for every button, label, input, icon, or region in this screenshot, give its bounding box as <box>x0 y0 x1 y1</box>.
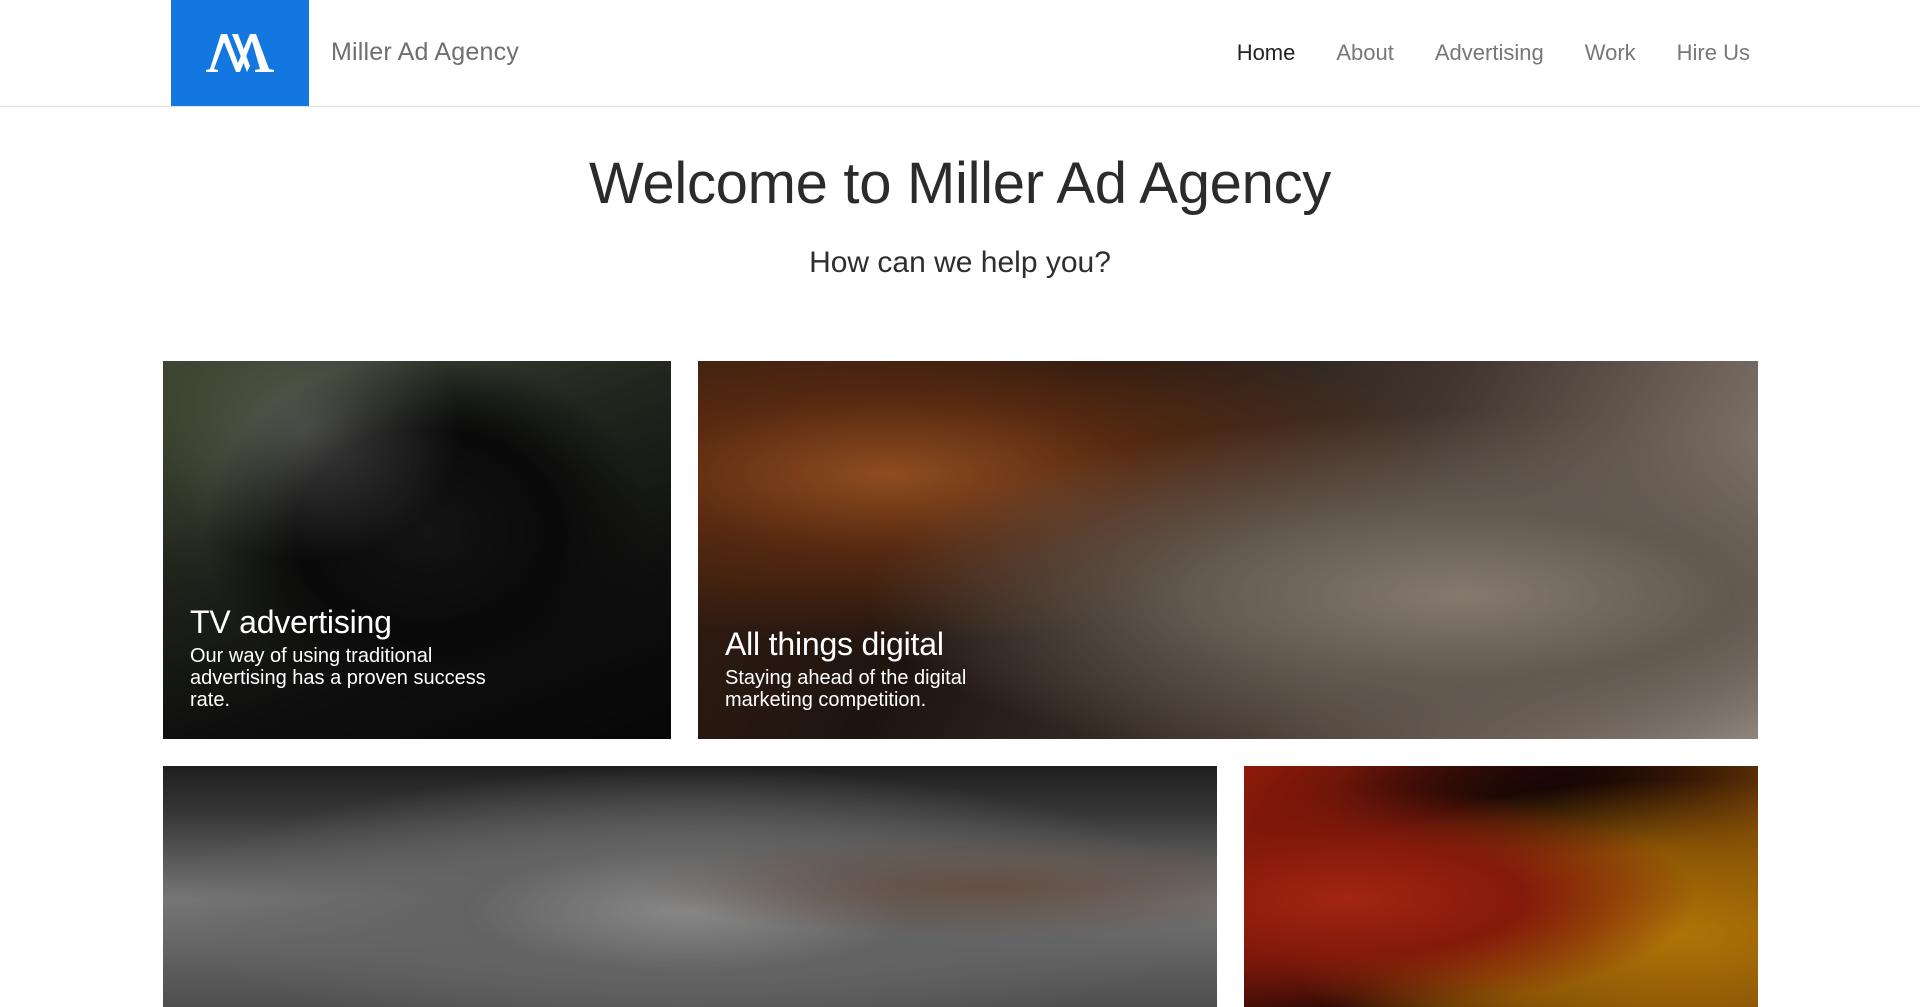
tile-digital[interactable]: All things digital Staying ahead of the … <box>698 361 1758 739</box>
nav-hire-us[interactable]: Hire Us <box>1677 40 1750 66</box>
tile-caption: All things digital Staying ahead of the … <box>725 626 1015 711</box>
page-title: Welcome to Miller Ad Agency <box>589 151 1331 216</box>
tile-description: Staying ahead of the digital marketing c… <box>725 667 967 711</box>
desk-touchscreen-photo <box>163 766 1217 1007</box>
page-subtitle: How can we help you? <box>809 246 1111 279</box>
tile-title: All things digital <box>725 626 944 662</box>
brand-logo[interactable] <box>171 0 309 106</box>
brand-name[interactable]: Miller Ad Agency <box>331 38 519 67</box>
site-header: Miller Ad Agency Home About Advertising … <box>0 0 1920 107</box>
tile-desk[interactable] <box>163 766 1217 1007</box>
miller-monogram-logo <box>206 34 274 72</box>
nav-home[interactable]: Home <box>1237 40 1296 66</box>
tile-red[interactable] <box>1244 766 1758 1007</box>
tile-tv-advertising[interactable]: TV advertising Our way of using traditio… <box>163 361 671 739</box>
nav-about[interactable]: About <box>1336 40 1394 66</box>
nav-advertising[interactable]: Advertising <box>1435 40 1544 66</box>
tile-title: TV advertising <box>190 604 392 640</box>
red-orange-abstract-photo <box>1244 766 1758 1007</box>
tile-description: Our way of using traditional advertising… <box>190 645 486 711</box>
tile-caption: TV advertising Our way of using traditio… <box>190 604 520 711</box>
main-nav: Home About Advertising Work Hire Us <box>1237 40 1750 66</box>
nav-work[interactable]: Work <box>1585 40 1636 66</box>
